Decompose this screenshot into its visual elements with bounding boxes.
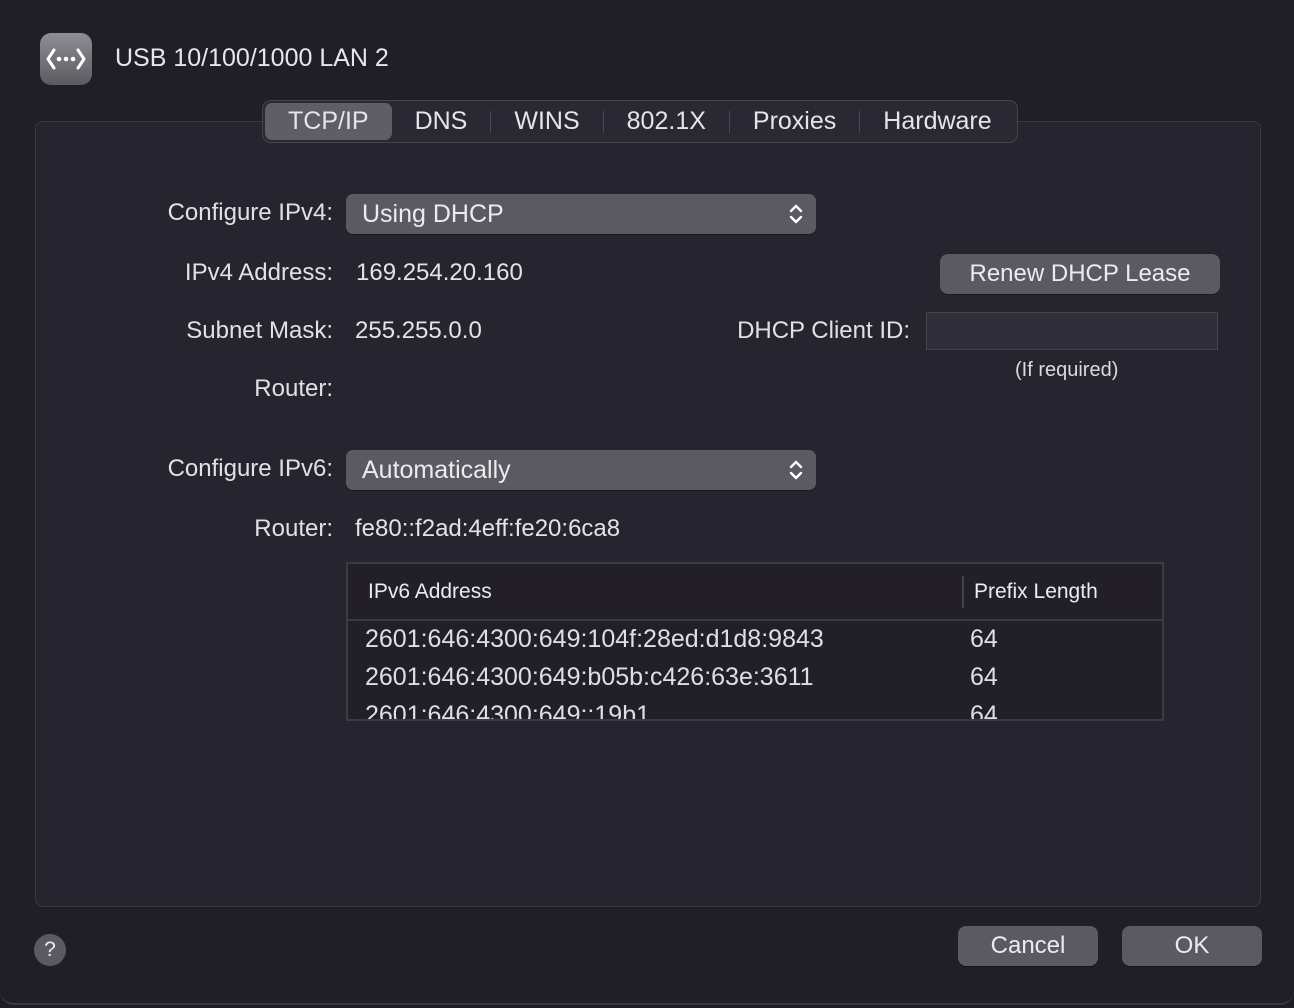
ipv6-address-cell: 2601:646:4300:649::19b1 bbox=[365, 701, 650, 721]
ipv6-address-table: IPv6 Address Prefix Length 2601:646:4300… bbox=[346, 562, 1164, 721]
ipv6-address-cell: 2601:646:4300:649:b05b:c426:63e:3611 bbox=[365, 663, 814, 691]
chevron-up-down-icon bbox=[789, 204, 803, 224]
configure-ipv6-select[interactable]: Automatically bbox=[346, 450, 816, 490]
configure-ipv4-select[interactable]: Using DHCP bbox=[346, 194, 816, 234]
ipv4-address-label: IPv4 Address: bbox=[184, 259, 333, 286]
table-row[interactable]: 2601:646:4300:649:b05b:c426:63e:3611 64 bbox=[348, 659, 1162, 697]
dhcp-client-id-label: DHCP Client ID: bbox=[737, 317, 910, 344]
prefix-length-cell: 64 bbox=[970, 701, 998, 721]
column-divider bbox=[962, 576, 964, 608]
settings-panel bbox=[35, 121, 1261, 907]
chevron-up-down-icon bbox=[789, 460, 803, 480]
ipv4-address-value: 169.254.20.160 bbox=[356, 259, 523, 286]
table-row[interactable]: 2601:646:4300:649:104f:28ed:d1d8:9843 64 bbox=[348, 621, 1162, 659]
cancel-button[interactable]: Cancel bbox=[958, 926, 1098, 966]
ipv6-router-label: Router: bbox=[254, 515, 333, 542]
configure-ipv4-value: Using DHCP bbox=[362, 200, 504, 228]
table-header: IPv6 Address Prefix Length bbox=[348, 564, 1162, 621]
help-button[interactable]: ? bbox=[34, 934, 66, 966]
network-advanced-dialog: USB 10/100/1000 LAN 2 TCP/IP DNS WINS 80… bbox=[0, 0, 1294, 1005]
ipv4-router-label: Router: bbox=[254, 375, 333, 402]
column-header-prefix-length[interactable]: Prefix Length bbox=[974, 580, 1098, 604]
subnet-mask-value: 255.255.0.0 bbox=[355, 317, 482, 344]
tab-8021x[interactable]: 802.1X bbox=[604, 103, 729, 140]
dhcp-client-id-field[interactable] bbox=[926, 312, 1218, 350]
configure-ipv6-label: Configure IPv6: bbox=[167, 455, 333, 482]
interface-title: USB 10/100/1000 LAN 2 bbox=[115, 44, 389, 72]
subnet-mask-label: Subnet Mask: bbox=[186, 317, 333, 344]
prefix-length-cell: 64 bbox=[970, 625, 998, 653]
configure-ipv6-value: Automatically bbox=[362, 456, 511, 484]
configure-ipv4-label: Configure IPv4: bbox=[167, 199, 333, 226]
ipv6-address-cell: 2601:646:4300:649:104f:28ed:d1d8:9843 bbox=[365, 625, 824, 653]
tab-proxies[interactable]: Proxies bbox=[730, 103, 859, 140]
table-row[interactable]: 2601:646:4300:649::19b1 64 bbox=[348, 697, 1162, 721]
tab-dns[interactable]: DNS bbox=[392, 103, 491, 140]
ethernet-dots-icon bbox=[40, 33, 92, 85]
tab-hardware[interactable]: Hardware bbox=[860, 103, 1014, 140]
tab-tcpip[interactable]: TCP/IP bbox=[265, 103, 392, 140]
ok-button[interactable]: OK bbox=[1122, 926, 1262, 966]
tab-bar: TCP/IP DNS WINS 802.1X Proxies Hardware bbox=[262, 100, 1018, 143]
tab-wins[interactable]: WINS bbox=[491, 103, 602, 140]
renew-dhcp-lease-button[interactable]: Renew DHCP Lease bbox=[940, 254, 1220, 294]
ipv6-router-value: fe80::f2ad:4eff:fe20:6ca8 bbox=[355, 515, 621, 542]
column-header-ipv6-address[interactable]: IPv6 Address bbox=[368, 580, 492, 604]
prefix-length-cell: 64 bbox=[970, 663, 998, 691]
dhcp-client-id-hint: (If required) bbox=[1015, 359, 1119, 381]
